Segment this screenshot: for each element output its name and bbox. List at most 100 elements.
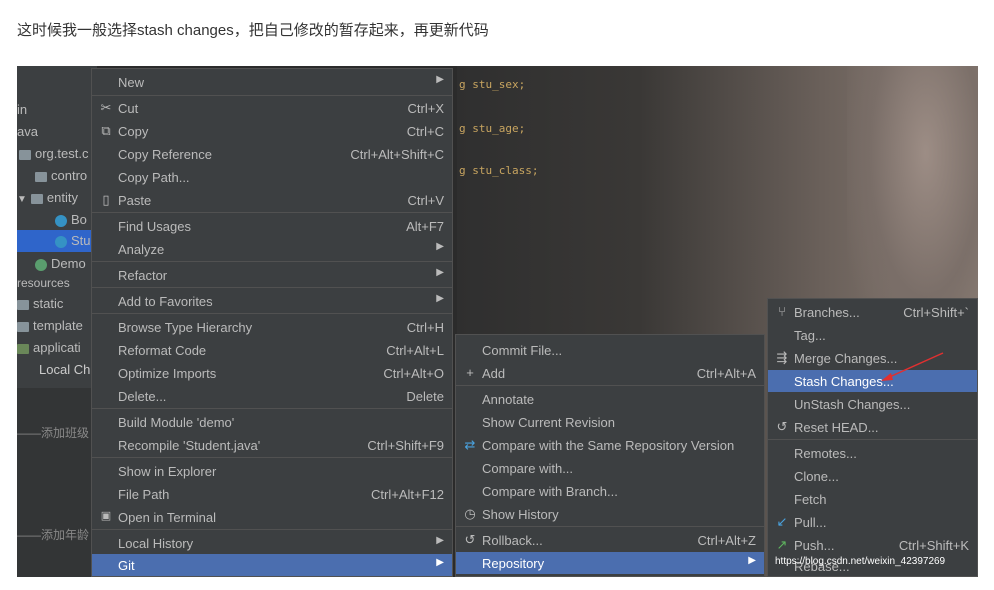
- git-submenu: Commit File... + Add Ctrl+Alt+A Annotate S…: [455, 334, 765, 577]
- menu-item-compare-with[interactable]: Compare with...: [456, 457, 764, 479]
- tree-item-package[interactable]: ▼ entity: [17, 190, 78, 205]
- menu-item-push[interactable]: ↗ Push... Ctrl+Shift+K: [768, 534, 977, 556]
- menu-item-fetch[interactable]: Fetch: [768, 488, 977, 510]
- submenu-arrow-icon: ▶: [436, 535, 444, 546]
- submenu-arrow-icon: ▶: [436, 74, 444, 85]
- menu-item-build-module[interactable]: Build Module 'demo': [92, 411, 452, 433]
- menu-separator: [456, 526, 764, 527]
- menu-item-file-path[interactable]: File Path Ctrl+Alt+F12: [92, 483, 452, 505]
- menu-item-unstash-changes[interactable]: UnStash Changes...: [768, 393, 977, 415]
- red-arrow-annotation: [881, 352, 944, 381]
- menu-item-delete[interactable]: Delete... Delete: [92, 385, 452, 407]
- menu-item-analyze[interactable]: Analyze ▶: [92, 238, 452, 260]
- rollback-icon: ↺: [464, 532, 476, 547]
- tree-item-file[interactable]: applicati: [17, 340, 81, 355]
- folder-icon: [17, 299, 29, 310]
- menu-item-show-in-explorer[interactable]: Show in Explorer: [92, 460, 452, 482]
- menu-separator: [92, 529, 452, 530]
- menu-item-cut[interactable]: ✂ Cut Ctrl+X: [92, 97, 452, 119]
- menu-item-tag[interactable]: Tag...: [768, 324, 977, 346]
- submenu-arrow-icon: ▶: [748, 555, 756, 566]
- properties-icon: [17, 343, 29, 354]
- pull-icon: ↙: [776, 514, 788, 529]
- tree-item-class[interactable]: Demo: [35, 256, 86, 271]
- commit-message[interactable]: ——添加班级: [17, 424, 89, 441]
- plus-icon: +: [466, 365, 474, 380]
- repository-submenu: ⑂ Branches... Ctrl+Shift+` Tag... ⇶ Merge C…: [767, 298, 978, 577]
- menu-item-reformat-code[interactable]: Reformat Code Ctrl+Alt+L: [92, 339, 452, 361]
- tree-item[interactable]: in: [17, 102, 27, 117]
- menu-item-optimize-imports[interactable]: Optimize Imports Ctrl+Alt+O: [92, 362, 452, 384]
- scissors-icon: ✂: [100, 100, 112, 115]
- menu-item-copy-path[interactable]: Copy Path...: [92, 166, 452, 188]
- copy-icon: ⧉: [101, 123, 111, 138]
- spring-class-icon: [35, 258, 47, 271]
- tree-item[interactable]: ava: [17, 124, 38, 139]
- menu-item-compare-with-branch[interactable]: Compare with Branch...: [456, 480, 764, 502]
- menu-item-clone[interactable]: Clone...: [768, 465, 977, 487]
- menu-item-recompile[interactable]: Recompile 'Student.java' Ctrl+Shift+F9: [92, 434, 452, 456]
- version-control-panel: ——添加班级 ——添加年龄: [17, 388, 97, 577]
- watermark-text: https://blog.csdn.net/weixin_42397269: [775, 556, 946, 567]
- menu-separator: [92, 313, 452, 314]
- menu-item-copy-reference[interactable]: Copy Reference Ctrl+Alt+Shift+C: [92, 143, 452, 165]
- chevron-down-icon: ▼: [17, 194, 27, 205]
- tree-item-package[interactable]: org.test.c: [19, 146, 88, 161]
- tree-item-folder[interactable]: template: [17, 318, 83, 333]
- menu-item-reset-head[interactable]: ↺ Reset HEAD...: [768, 416, 977, 438]
- paste-icon: ▯: [102, 192, 110, 207]
- folder-icon: [30, 193, 43, 204]
- menu-item-add[interactable]: + Add Ctrl+Alt+A: [456, 362, 764, 384]
- menu-item-pull[interactable]: ↙ Pull...: [768, 511, 977, 533]
- menu-item-git[interactable]: Git ▶: [92, 554, 452, 576]
- folder-icon: [35, 171, 47, 182]
- submenu-arrow-icon: ▶: [436, 293, 444, 304]
- code-line: g stu_sex;: [459, 78, 526, 91]
- menu-item-rollback[interactable]: ↺ Rollback... Ctrl+Alt+Z: [456, 529, 764, 551]
- tree-item-class-selected[interactable]: Stu: [17, 230, 97, 252]
- menu-item-annotate[interactable]: Annotate: [456, 388, 764, 410]
- menu-item-browse-type-hierarchy[interactable]: Browse Type Hierarchy Ctrl+H: [92, 316, 452, 338]
- submenu-arrow-icon: ▶: [436, 267, 444, 278]
- menu-separator: [92, 261, 452, 262]
- folder-icon: [17, 321, 29, 332]
- menu-separator: [92, 95, 452, 96]
- menu-separator: [92, 287, 452, 288]
- push-icon: ↗: [776, 537, 788, 552]
- commit-message[interactable]: ——添加年龄: [17, 526, 89, 543]
- clock-icon: ◷: [464, 506, 476, 521]
- menu-item-show-history[interactable]: ◷ Show History: [456, 503, 764, 525]
- submenu-arrow-icon: ▶: [436, 557, 444, 568]
- tree-item-class[interactable]: Bo: [55, 212, 87, 227]
- menu-item-compare-same-version[interactable]: ⇄ Compare with the Same Repository Versio…: [456, 434, 764, 456]
- menu-separator: [92, 408, 452, 409]
- menu-item-find-usages[interactable]: Find Usages Alt+F7: [92, 215, 452, 237]
- local-changes-tab[interactable]: Local Ch: [39, 362, 90, 377]
- menu-item-open-in-terminal[interactable]: ▣ Open in Terminal: [92, 506, 452, 528]
- menu-item-local-history[interactable]: Local History ▶: [92, 532, 452, 554]
- caption-text: 这时候我一般选择stash changes，把自己修改的暂存起来，再更新代码: [17, 22, 489, 39]
- branch-icon: ⑂: [778, 304, 786, 319]
- compare-icon: ⇄: [464, 437, 476, 452]
- menu-item-copy[interactable]: ⧉ Copy Ctrl+C: [92, 120, 452, 142]
- menu-item-add-to-favorites[interactable]: Add to Favorites ▶: [92, 290, 452, 312]
- menu-item-new[interactable]: New ▶: [92, 71, 452, 93]
- menu-item-remotes[interactable]: Remotes...: [768, 442, 977, 464]
- class-icon: [55, 214, 67, 227]
- menu-item-commit-file[interactable]: Commit File...: [456, 339, 764, 361]
- menu-item-show-current-revision[interactable]: Show Current Revision: [456, 411, 764, 433]
- menu-item-repository[interactable]: Repository ▶: [456, 552, 764, 574]
- menu-item-branches[interactable]: ⑂ Branches... Ctrl+Shift+`: [768, 301, 977, 323]
- tree-item-package[interactable]: contro: [35, 168, 87, 183]
- tree-item[interactable]: resources: [17, 276, 70, 290]
- menu-item-paste[interactable]: ▯ Paste Ctrl+V: [92, 189, 452, 211]
- menu-separator: [92, 212, 452, 213]
- menu-separator: [768, 439, 977, 440]
- submenu-arrow-icon: ▶: [436, 241, 444, 252]
- class-icon: [55, 235, 67, 248]
- context-menu: New ▶ ✂ Cut Ctrl+X ⧉ Copy Ctrl+C Copy Referen…: [91, 68, 453, 577]
- menu-separator: [456, 385, 764, 386]
- tree-item-folder[interactable]: static: [17, 296, 63, 311]
- menu-item-refactor[interactable]: Refactor ▶: [92, 264, 452, 286]
- code-line: g stu_class;: [459, 164, 539, 177]
